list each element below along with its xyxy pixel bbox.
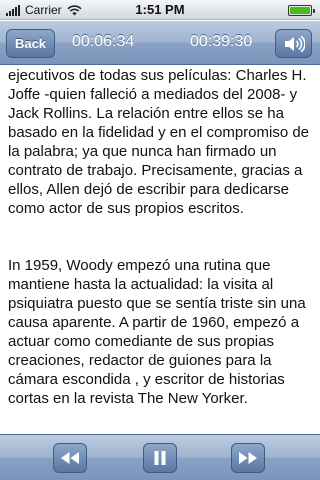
- total-time: 00:39:30: [190, 33, 253, 50]
- text-content[interactable]: ejecutivos de todas sus películas: Charl…: [0, 66, 320, 405]
- paragraph: In 1959, Woody empezó una rutina que man…: [8, 257, 306, 405]
- fast-forward-icon: [239, 452, 257, 464]
- rewind-button[interactable]: [53, 443, 87, 473]
- speaker-icon: [284, 35, 305, 52]
- battery-icon: [288, 5, 315, 16]
- status-time: 1:51 PM: [135, 2, 185, 17]
- fast-forward-button[interactable]: [231, 443, 265, 473]
- pause-icon: [154, 451, 166, 465]
- rewind-icon: [61, 452, 79, 464]
- pause-button[interactable]: [143, 443, 177, 473]
- battery-level: [290, 7, 310, 14]
- player-header: Back 00:06:34 00:39:30: [0, 21, 320, 65]
- volume-button[interactable]: [275, 29, 312, 58]
- paragraph: ejecutivos de todas sus películas: Charl…: [8, 67, 310, 217]
- status-bar: Carrier 1:51 PM: [0, 0, 320, 20]
- playback-toolbar: [0, 434, 320, 480]
- back-button[interactable]: Back: [6, 29, 55, 58]
- elapsed-time: 00:06:34: [72, 33, 135, 50]
